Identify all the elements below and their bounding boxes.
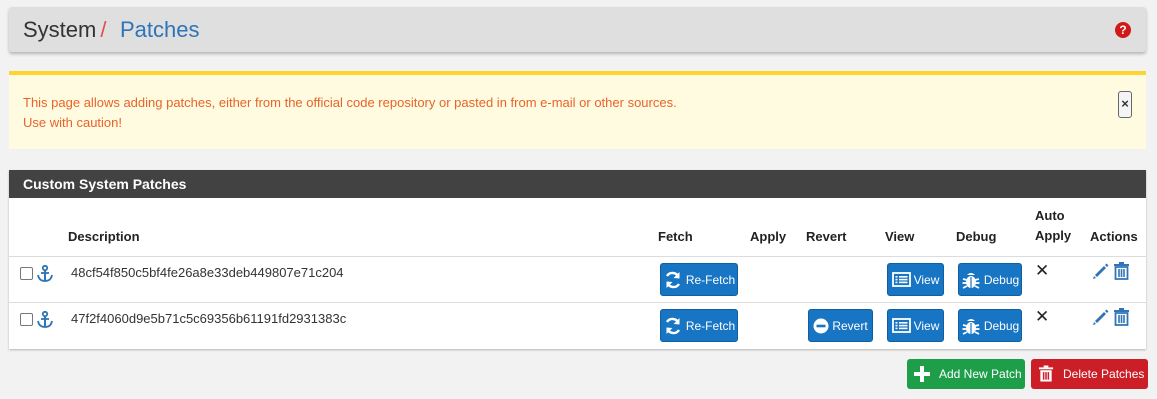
help-icon[interactable]: ? (1115, 22, 1131, 38)
bug-icon (962, 318, 980, 335)
times-icon: ✕ (1035, 307, 1050, 326)
row-select-checkbox[interactable] (20, 267, 33, 280)
close-icon[interactable]: × (1118, 91, 1132, 118)
revert-button[interactable]: Revert (808, 309, 873, 342)
pencil-icon[interactable] (1092, 309, 1109, 326)
trash-icon (1038, 365, 1054, 382)
anchor-icon[interactable] (35, 310, 55, 330)
column-header-debug: Debug (956, 229, 997, 244)
breadcrumb-current[interactable]: Patches (120, 17, 200, 43)
panel-title: Custom System Patches (9, 170, 1146, 198)
anchor-icon[interactable] (35, 264, 55, 284)
warning-alert: This page allows adding patches, either … (9, 71, 1146, 149)
patch-description: 48cf54f850c5bf4fe26a8e33deb449807e71c204 (71, 265, 344, 280)
debug-button[interactable]: Debug (958, 309, 1022, 342)
patch-description: 47f2f4060d9e5b71c5c69356b61191fd2931383c (71, 311, 347, 326)
view-button[interactable]: View (887, 309, 944, 342)
refresh-icon (665, 271, 680, 288)
debug-button[interactable]: Debug (958, 263, 1022, 296)
add-new-patch-label: Add New Patch (939, 367, 1022, 381)
add-new-patch-button[interactable]: Add New Patch (907, 359, 1025, 389)
delete-patches-button[interactable]: Delete Patches (1031, 359, 1148, 389)
breadcrumb-bar: System / Patches ? (9, 7, 1146, 52)
pencil-icon[interactable] (1092, 263, 1109, 280)
column-header-fetch: Fetch (658, 229, 693, 244)
patches-panel: Custom System Patches Description Fetch … (9, 170, 1146, 349)
column-header-actions: Actions (1090, 229, 1138, 244)
row-select-checkbox[interactable] (20, 313, 33, 326)
minus-circle-icon (813, 318, 829, 333)
trash-icon[interactable] (1113, 308, 1130, 326)
plus-icon (914, 366, 930, 382)
times-icon: ✕ (1035, 261, 1050, 280)
list-icon (891, 318, 911, 333)
refresh-icon (665, 317, 680, 334)
breadcrumb-separator: / (100, 17, 107, 42)
column-header-description: Description (68, 229, 140, 244)
column-header-revert: Revert (806, 229, 847, 244)
column-header-view: View (885, 229, 915, 244)
view-button[interactable]: View (887, 263, 944, 296)
alert-message-line2: Use with caution! (23, 115, 122, 130)
list-icon (891, 272, 911, 287)
refetch-button[interactable]: Re-Fetch (660, 309, 738, 342)
column-header-apply: Apply (750, 229, 787, 244)
delete-patches-label: Delete Patches (1063, 367, 1145, 381)
trash-icon[interactable] (1113, 262, 1130, 280)
table-row: 48cf54f850c5bf4fe26a8e33deb449807e71c204… (9, 256, 1146, 302)
alert-message-line1: This page allows adding patches, either … (23, 95, 677, 110)
bug-icon (962, 272, 980, 289)
table-row: 47f2f4060d9e5b71c5c69356b61191fd2931383c… (9, 302, 1146, 348)
breadcrumb-root: System / (23, 17, 107, 42)
column-header-auto-apply: Auto Apply (1035, 208, 1072, 243)
refetch-button[interactable]: Re-Fetch (660, 263, 738, 296)
